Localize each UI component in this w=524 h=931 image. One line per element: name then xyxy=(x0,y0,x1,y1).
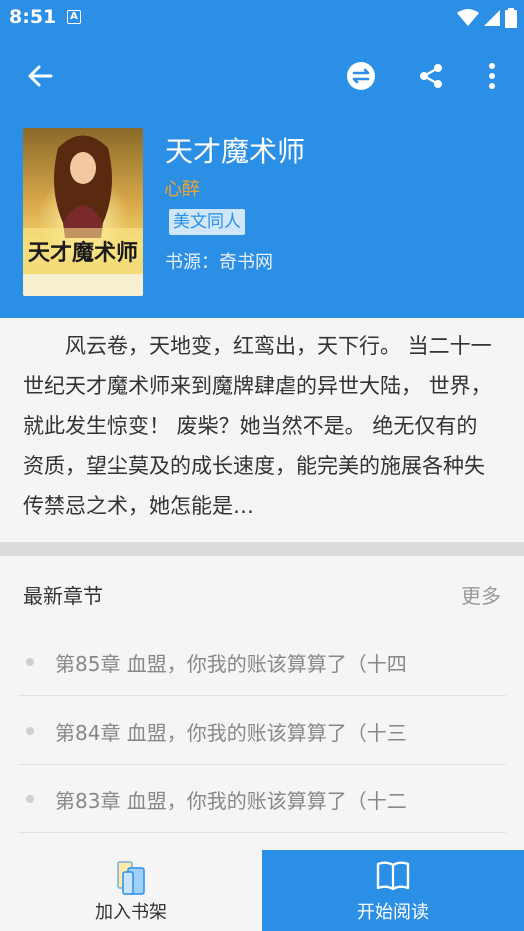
swap-circle-icon xyxy=(347,62,375,90)
arrow-left-icon xyxy=(28,65,53,87)
add-to-shelf-button[interactable]: 加入书架 xyxy=(0,850,262,931)
book-intro-text[interactable]: 风云卷，天地变，红鸾出，天下行。 当二十一世纪天才魔术师来到魔牌肆虐的异世大陆，… xyxy=(23,326,493,526)
more-chapters-button[interactable]: 更多 xyxy=(461,580,501,609)
signal-icon xyxy=(484,10,500,26)
chapter-list-item[interactable]: 第85章 血盟，你我的账该算算了（十四 xyxy=(18,628,506,696)
more-menu-button[interactable] xyxy=(478,56,506,96)
bullet-dot-icon xyxy=(26,658,34,666)
book-author[interactable]: 心醉 xyxy=(164,175,200,201)
add-to-shelf-label: 加入书架 xyxy=(95,902,167,923)
chapter-label: 第84章 血盟，你我的账该算算了（十三 xyxy=(55,721,407,745)
status-bar: 8:51 A xyxy=(0,0,524,36)
book-cover-image: 天才魔术师 xyxy=(23,128,143,296)
chapter-label: 第83章 血盟，你我的账该算算了（十二 xyxy=(55,789,407,813)
change-source-button[interactable] xyxy=(341,56,381,96)
cover-title-text: 天才魔术师 xyxy=(28,240,138,266)
wifi-icon xyxy=(457,9,479,26)
start-reading-button[interactable]: 开始阅读 xyxy=(262,850,524,931)
status-icons xyxy=(457,7,517,29)
battery-icon xyxy=(505,8,517,28)
share-button[interactable] xyxy=(411,56,451,96)
bullet-dot-icon xyxy=(26,795,34,803)
status-time: 8:51 xyxy=(9,6,57,28)
book-source: 书源：奇书网 xyxy=(165,252,273,273)
latest-chapters-title: 最新章节 xyxy=(23,584,103,608)
chapter-list-item[interactable]: 第83章 血盟，你我的账该算算了（十二 xyxy=(18,765,506,833)
open-book-icon xyxy=(376,861,410,891)
notification-icon: A xyxy=(67,10,81,24)
back-button[interactable] xyxy=(20,56,60,96)
section-divider xyxy=(0,542,524,556)
chapter-list-item[interactable]: 第84章 血盟，你我的账该算算了（十三 xyxy=(18,697,506,765)
share-icon xyxy=(420,64,442,88)
book-title: 天才魔术师 xyxy=(165,135,306,168)
book-intro-section: 风云卷，天地变，红鸾出，天下行。 当二十一世纪天才魔术师来到魔牌肆虐的异世大陆，… xyxy=(0,318,524,542)
more-vertical-icon xyxy=(489,63,495,89)
latest-chapters-section: 最新章节 更多 第85章 血盟，你我的账该算算了（十四 第84章 血盟，你我的账… xyxy=(0,556,524,850)
start-reading-label: 开始阅读 xyxy=(357,902,429,923)
book-header: 天才魔术师 天才魔术师 心醉 美文同人 书源：奇书网 xyxy=(0,36,524,318)
bullet-dot-icon xyxy=(26,727,34,735)
book-cover[interactable]: 天才魔术师 xyxy=(23,128,143,296)
chapter-label: 第85章 血盟，你我的账该算算了（十四 xyxy=(55,652,407,676)
bookshelf-icon xyxy=(117,861,145,895)
book-category-tag: 美文同人 xyxy=(169,209,245,235)
bottom-action-bar: 加入书架 开始阅读 xyxy=(0,850,524,931)
